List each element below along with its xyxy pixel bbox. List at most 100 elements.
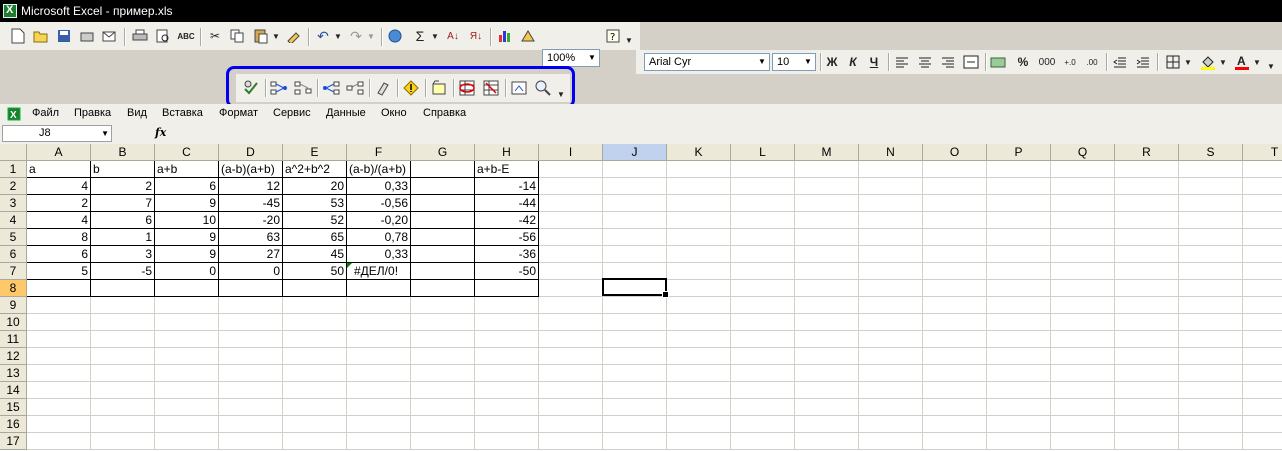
grid-cell[interactable] [923, 195, 987, 212]
column-header[interactable]: T [1243, 144, 1282, 161]
grid-cell[interactable] [155, 314, 219, 331]
permission-icon[interactable] [77, 26, 97, 46]
grid-cell[interactable]: 0,33 [347, 178, 411, 195]
grid-cell[interactable] [923, 314, 987, 331]
menu-edit[interactable]: Правка [74, 107, 111, 119]
grid-cell[interactable] [539, 348, 603, 365]
grid-cell[interactable] [411, 416, 475, 433]
toolbar-options-icon[interactable]: ▼ [1266, 56, 1276, 76]
grid-cell[interactable] [795, 195, 859, 212]
grid-cell[interactable] [603, 331, 667, 348]
grid-cell[interactable] [603, 382, 667, 399]
grid-cell[interactable] [731, 212, 795, 229]
grid-cell[interactable] [1115, 161, 1179, 178]
grid-cell[interactable] [795, 263, 859, 280]
grid-cell[interactable] [859, 314, 923, 331]
grid-cell[interactable] [91, 314, 155, 331]
grid-cell[interactable] [1051, 314, 1115, 331]
font-color-dropdown-icon[interactable]: ▼ [1252, 52, 1262, 72]
grid-cell[interactable] [539, 399, 603, 416]
grid-cell[interactable] [731, 314, 795, 331]
grid-cell[interactable] [923, 331, 987, 348]
grid-cell[interactable] [795, 178, 859, 195]
grid-cell[interactable] [539, 161, 603, 178]
grid-cell[interactable] [923, 161, 987, 178]
sort-ascending-icon[interactable]: A↓ [443, 26, 463, 46]
grid-cell[interactable] [283, 331, 347, 348]
grid-cell[interactable]: a+b [155, 161, 219, 178]
grid-cell[interactable] [219, 297, 283, 314]
grid-cell[interactable] [1051, 161, 1115, 178]
grid-cell[interactable] [667, 416, 731, 433]
grid-cell[interactable]: -0,56 [347, 195, 411, 212]
grid-cell[interactable] [219, 331, 283, 348]
grid-cell[interactable] [539, 212, 603, 229]
grid-cell[interactable] [795, 246, 859, 263]
grid-cell[interactable] [219, 365, 283, 382]
grid-cell[interactable] [795, 212, 859, 229]
grid-cell[interactable] [603, 399, 667, 416]
grid-cell[interactable]: -14 [475, 178, 539, 195]
grid-cell[interactable] [27, 314, 91, 331]
menu-data[interactable]: Данные [326, 107, 366, 119]
grid-cell[interactable] [1179, 365, 1243, 382]
grid-cell[interactable] [987, 365, 1051, 382]
grid-cell[interactable] [27, 348, 91, 365]
grid-cell[interactable] [27, 365, 91, 382]
grid-cell[interactable] [987, 280, 1051, 297]
cut-icon[interactable]: ✂ [205, 26, 225, 46]
row-header[interactable]: 1 [0, 161, 27, 178]
grid-cell[interactable] [1243, 416, 1282, 433]
grid-cell[interactable] [347, 399, 411, 416]
grid-cell[interactable] [1115, 229, 1179, 246]
grid-cell[interactable] [91, 331, 155, 348]
grid-cell[interactable] [1179, 399, 1243, 416]
grid-cell[interactable] [91, 297, 155, 314]
grid-cell[interactable]: 2 [27, 195, 91, 212]
grid-cell[interactable] [27, 416, 91, 433]
font-size-select[interactable]: 10 ▼ [772, 53, 816, 71]
grid-cell[interactable] [667, 263, 731, 280]
grid-cell[interactable] [347, 297, 411, 314]
grid-cell[interactable]: 6 [155, 178, 219, 195]
row-header[interactable]: 7 [0, 263, 27, 280]
grid-cell[interactable] [539, 229, 603, 246]
decrease-decimal-icon[interactable]: .00 [1082, 52, 1102, 72]
grid-cell[interactable]: 10 [155, 212, 219, 229]
align-center-icon[interactable] [915, 52, 935, 72]
column-header[interactable]: A [27, 144, 91, 161]
grid-cell[interactable]: 0 [155, 263, 219, 280]
fill-color-dropdown-icon[interactable]: ▼ [1218, 52, 1228, 72]
currency-icon[interactable] [988, 52, 1008, 72]
grid-cell[interactable] [283, 280, 347, 297]
grid-cell[interactable] [987, 212, 1051, 229]
grid-cell[interactable]: 20 [283, 178, 347, 195]
grid-cell[interactable] [1051, 399, 1115, 416]
grid-cell[interactable] [155, 297, 219, 314]
grid-cell[interactable] [731, 229, 795, 246]
grid-cell[interactable] [667, 229, 731, 246]
grid-cell[interactable] [283, 348, 347, 365]
column-header[interactable]: H [475, 144, 539, 161]
grid-cell[interactable] [987, 161, 1051, 178]
grid-cell[interactable]: 0,33 [347, 246, 411, 263]
grid-cell[interactable] [347, 433, 411, 450]
grid-cell[interactable] [987, 314, 1051, 331]
grid-cell[interactable] [731, 195, 795, 212]
grid-cell[interactable] [923, 416, 987, 433]
menu-help[interactable]: Справка [423, 107, 466, 119]
grid-cell[interactable] [219, 433, 283, 450]
grid-cell[interactable] [1051, 416, 1115, 433]
grid-cell[interactable] [795, 382, 859, 399]
grid-cell[interactable]: 50 [283, 263, 347, 280]
chart-wizard-icon[interactable] [495, 26, 515, 46]
grid-cell[interactable]: -45 [219, 195, 283, 212]
paste-icon[interactable] [251, 26, 271, 46]
grid-cell[interactable] [795, 331, 859, 348]
percent-button[interactable]: % [1013, 52, 1033, 72]
grid-cell[interactable]: 4 [27, 178, 91, 195]
grid-cell[interactable] [1179, 161, 1243, 178]
grid-cell[interactable] [987, 433, 1051, 450]
grid-cell[interactable] [795, 314, 859, 331]
grid-cell[interactable] [283, 399, 347, 416]
